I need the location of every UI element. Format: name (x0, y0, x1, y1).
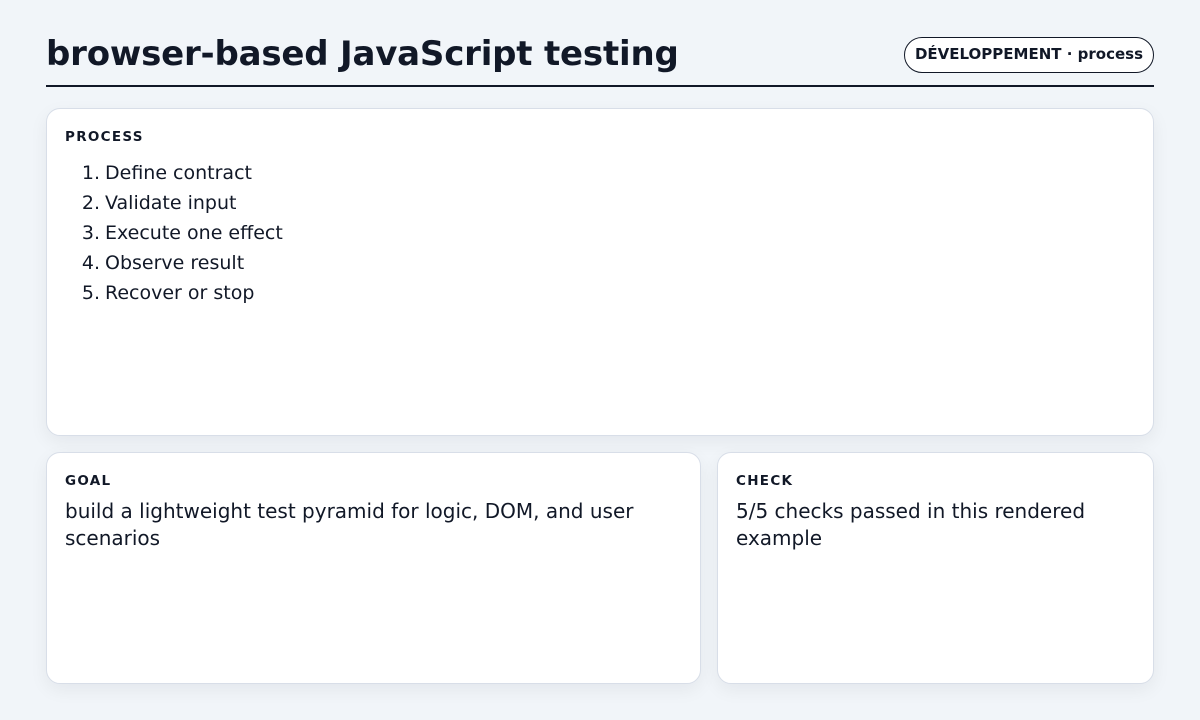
process-card: PROCESS 1. Define contract 2. Validate i… (46, 108, 1154, 436)
step-number: 1. (81, 162, 100, 184)
step-text: Observe result (105, 252, 245, 274)
process-step: 2. Validate input (65, 188, 1135, 218)
step-text: Recover or stop (105, 282, 255, 304)
process-steps-list: 1. Define contract 2. Validate input 3. … (65, 158, 1135, 308)
check-label: CHECK (736, 473, 794, 489)
goal-card: GOAL build a lightweight test pyramid fo… (46, 452, 701, 684)
step-text: Define contract (105, 162, 252, 184)
process-label: PROCESS (65, 129, 144, 145)
step-text: Validate input (105, 192, 237, 214)
step-number: 2. (81, 192, 100, 214)
step-text: Execute one effect (105, 222, 283, 244)
goal-label: GOAL (65, 473, 112, 489)
check-card: CHECK 5/5 checks passed in this rendered… (717, 452, 1154, 684)
goal-text: build a lightweight test pyramid for log… (65, 499, 634, 550)
step-number: 4. (81, 252, 100, 274)
process-step: 3. Execute one effect (65, 218, 1135, 248)
process-step: 5. Recover or stop (65, 278, 1135, 308)
page-title: browser-based JavaScript testing (46, 34, 679, 74)
category-badge: DÉVELOPPEMENT · process (903, 37, 1154, 73)
process-step: 1. Define contract (65, 158, 1135, 188)
process-step: 4. Observe result (65, 248, 1135, 278)
step-number: 3. (81, 222, 100, 244)
check-text: 5/5 checks passed in this rendered examp… (736, 499, 1086, 550)
page-header: browser-based JavaScript testing DÉVELOP… (46, 20, 1154, 87)
step-number: 5. (81, 282, 100, 304)
